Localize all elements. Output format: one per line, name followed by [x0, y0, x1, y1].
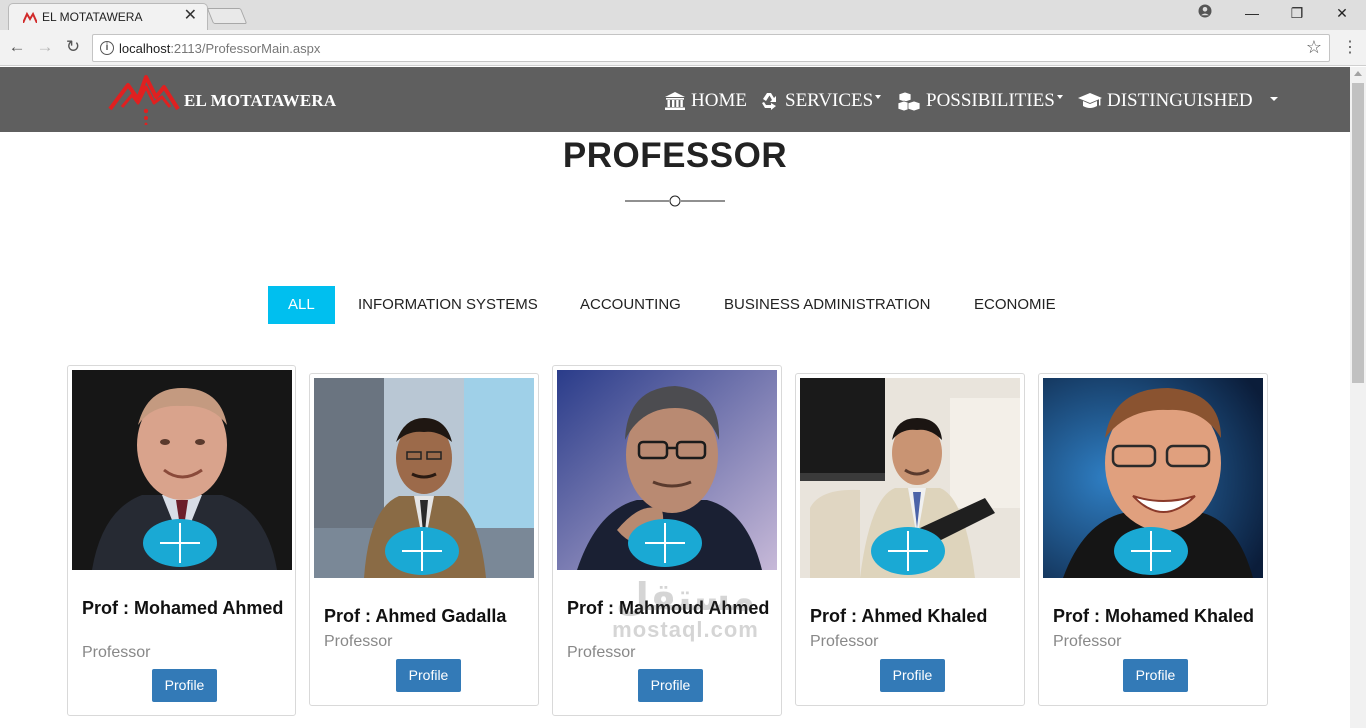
professor-name: Prof : Ahmed Gadalla [324, 606, 507, 626]
url-text: localhost:2113/ProfessorMain.aspx [119, 41, 320, 56]
watermark-latin: mostaql.com [612, 617, 759, 642]
add-plus-button[interactable] [628, 519, 702, 567]
brand-name[interactable]: EL MOTATAWERA [184, 91, 336, 111]
watermark-arabic: مستقل [616, 575, 755, 619]
nav-more-chevron-icon[interactable] [1270, 97, 1278, 101]
nav-home-label: HOME [691, 90, 747, 111]
filter-economie[interactable]: ECONOMIE [954, 286, 1076, 324]
nav-home[interactable]: HOME [664, 89, 747, 113]
new-tab-button[interactable] [206, 8, 248, 24]
add-plus-button[interactable] [1114, 527, 1188, 575]
profile-button[interactable]: Profile [1123, 659, 1188, 692]
professor-name: Prof : Mohamed Ahmed [82, 598, 284, 618]
title-divider [625, 195, 725, 207]
address-toolbar: ← → ↻ i localhost:2113/ProfessorMain.asp… [0, 30, 1366, 66]
filter-all[interactable]: ALL [268, 286, 335, 324]
nav-possibilities[interactable]: POSSIBILITIES [897, 89, 1063, 113]
bank-icon [665, 92, 685, 110]
minimize-button[interactable]: — [1237, 4, 1267, 22]
professor-card: Prof : Mohamed Khaled Professor Profile [1038, 373, 1268, 706]
browser-tab-strip: EL MOTATAWERA ✕ — ❐ ✕ [0, 0, 1366, 30]
scrollbar-thumb[interactable] [1352, 83, 1364, 383]
browser-tab[interactable]: EL MOTATAWERA ✕ [8, 3, 208, 30]
site-navbar: EL MOTATAWERA HOME SERVICES POSSIBILITIE… [0, 67, 1350, 132]
chevron-down-icon [875, 95, 882, 99]
cubes-icon [897, 91, 921, 111]
url-path: :2113/ProfessorMain.aspx [170, 41, 321, 56]
add-plus-button[interactable] [871, 527, 945, 575]
back-arrow-icon[interactable]: ← [6, 36, 28, 58]
url-host: localhost [119, 41, 171, 56]
add-plus-button[interactable] [143, 519, 217, 567]
add-plus-button[interactable] [385, 527, 459, 575]
professor-role: Professor [324, 633, 393, 650]
nav-services[interactable]: SERVICES [760, 89, 882, 113]
profile-button[interactable]: Profile [152, 669, 217, 702]
professor-card: Prof : Mohamed Ahmed Professor Profile [67, 365, 296, 716]
logo-icon[interactable] [108, 73, 180, 125]
recycle-icon [762, 93, 776, 110]
restore-button[interactable]: ❐ [1282, 4, 1312, 22]
filter-information-systems[interactable]: INFORMATION SYSTEMS [338, 286, 558, 324]
page-scrollbar[interactable] [1350, 67, 1366, 728]
nav-distinguished[interactable]: DISTINGUISHED [1078, 89, 1253, 113]
scroll-up-arrow-icon[interactable] [1354, 71, 1362, 76]
professor-role: Professor [1053, 633, 1122, 650]
professor-name: Prof : Ahmed Khaled [810, 606, 988, 626]
professor-role: Professor [82, 644, 151, 661]
filter-accounting[interactable]: ACCOUNTING [560, 286, 701, 324]
reload-icon[interactable]: ↻ [62, 36, 84, 58]
account-icon[interactable] [1190, 4, 1220, 22]
close-window-button[interactable]: ✕ [1327, 4, 1357, 22]
profile-button[interactable]: Profile [638, 669, 703, 702]
professor-card: Prof : Ahmed Gadalla Professor Profile [309, 373, 539, 706]
tab-title: EL MOTATAWERA [42, 10, 143, 24]
nav-possibilities-label: POSSIBILITIES [926, 90, 1055, 111]
profile-button[interactable]: Profile [396, 659, 461, 692]
chevron-down-icon [1056, 95, 1063, 99]
tab-close-icon[interactable]: ✕ [184, 7, 197, 25]
professor-card: Prof : Ahmed Khaled Professor Profile [795, 373, 1025, 706]
graduation-cap-icon [1078, 93, 1102, 108]
nav-services-label: SERVICES [785, 90, 874, 111]
professor-name: Prof : Mohamed Khaled [1053, 606, 1255, 626]
filter-business-administration[interactable]: BUSINESS ADMINISTRATION [704, 286, 950, 324]
site-favicon-icon [23, 11, 37, 23]
browser-menu-icon[interactable]: ⋮ [1340, 38, 1360, 58]
mostaql-watermark: مستقل mostaql.com [598, 575, 773, 655]
site-info-icon[interactable]: i [100, 41, 114, 55]
page-title: PROFESSOR [562, 136, 788, 175]
nav-distinguished-label: DISTINGUISHED [1107, 90, 1253, 111]
professor-role: Professor [810, 633, 879, 650]
professor-card: Prof : Mahmoud Ahmed Professor Profile [552, 365, 782, 716]
address-input[interactable]: i localhost:2113/ProfessorMain.aspx ☆ [92, 34, 1330, 62]
bookmark-star-icon[interactable]: ☆ [1306, 37, 1322, 58]
forward-arrow-icon[interactable]: → [34, 36, 56, 58]
profile-button[interactable]: Profile [880, 659, 945, 692]
